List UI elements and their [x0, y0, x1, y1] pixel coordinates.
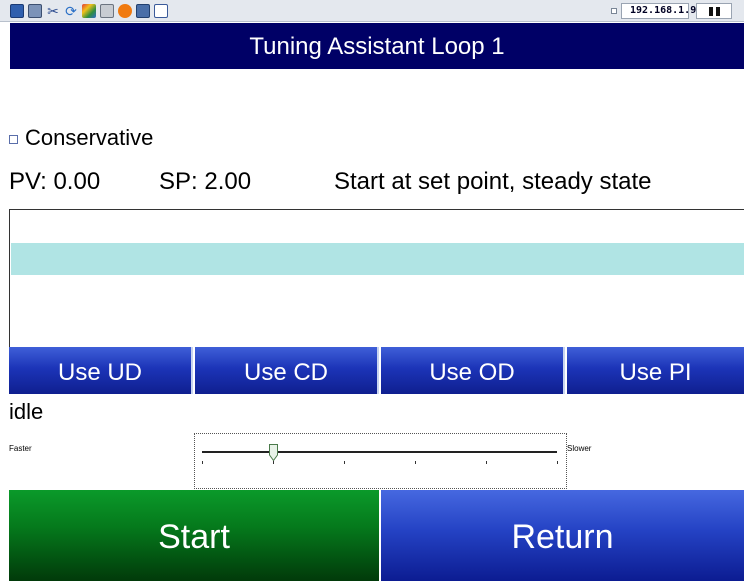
- page-title: Tuning Assistant Loop 1: [10, 23, 744, 69]
- connection-status-icon: [611, 8, 617, 14]
- network-icon[interactable]: [136, 4, 150, 18]
- slider-tick: [415, 461, 416, 464]
- slider-tick: [557, 461, 558, 464]
- use-ud-button[interactable]: Use UD: [9, 347, 193, 394]
- status-message: Start at set point, steady state: [334, 168, 652, 195]
- trend-plot: [9, 209, 744, 347]
- refresh-icon[interactable]: ⟳: [64, 4, 78, 18]
- printer-icon[interactable]: [100, 4, 114, 18]
- use-od-button[interactable]: Use OD: [381, 347, 565, 394]
- slider-track: [202, 451, 557, 453]
- plot-band: [11, 243, 744, 275]
- use-cd-button[interactable]: Use CD: [195, 347, 379, 394]
- pv-value: PV: 0.00: [9, 168, 101, 195]
- screen-icon[interactable]: [10, 4, 24, 18]
- conservative-checkbox[interactable]: [9, 135, 18, 144]
- pause-icon: [709, 7, 713, 16]
- tuning-method-buttons: Use UD Use CD Use OD Use PI: [9, 347, 744, 394]
- pause-icon: [716, 7, 720, 16]
- slider-tick: [202, 461, 203, 464]
- conservative-option[interactable]: Conservative: [9, 125, 153, 151]
- slider-thumb[interactable]: [268, 444, 278, 461]
- paint-icon[interactable]: [82, 4, 96, 18]
- return-button[interactable]: Return: [381, 490, 744, 581]
- sp-value: SP: 2.00: [159, 168, 252, 195]
- slider-min-label: Faster: [9, 444, 32, 453]
- ip-address: 192.168.1.91: [621, 3, 702, 19]
- slider-tick: [486, 461, 487, 464]
- start-button[interactable]: Start: [9, 490, 379, 581]
- alert-icon[interactable]: [118, 4, 132, 18]
- slider-tick: [344, 461, 345, 464]
- conservative-label: Conservative: [25, 125, 154, 150]
- state-text: idle: [9, 399, 44, 424]
- slider-max-label: Slower: [567, 444, 592, 453]
- fullscreen-icon[interactable]: [154, 4, 168, 18]
- panel-icon[interactable]: [28, 4, 42, 18]
- speed-slider[interactable]: [194, 433, 567, 489]
- use-pi-button[interactable]: Use PI: [567, 347, 744, 394]
- pause-button[interactable]: [696, 3, 732, 19]
- scissors-icon[interactable]: ✂: [46, 4, 60, 18]
- slider-tick: [273, 461, 274, 464]
- system-toolbar: ✂ ⟳ 192.168.1.91: [0, 0, 744, 22]
